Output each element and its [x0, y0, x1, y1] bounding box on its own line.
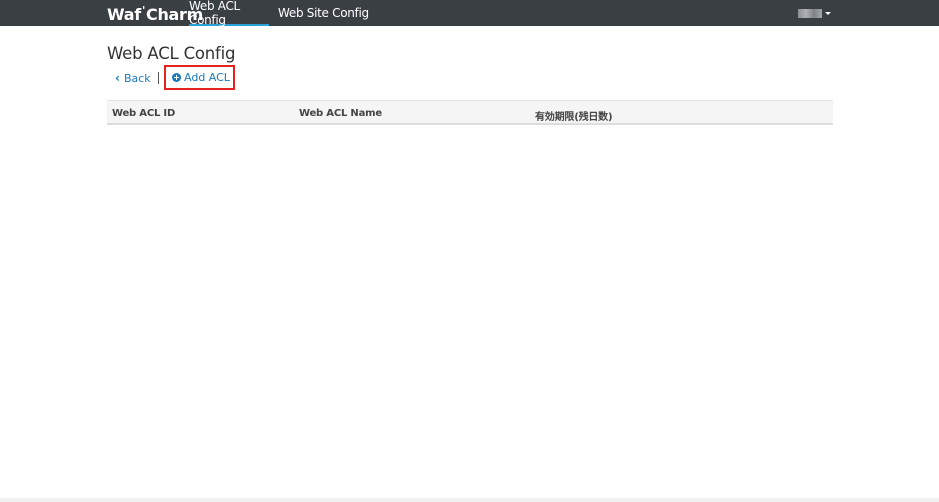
- add-acl-button[interactable]: Add ACL: [164, 65, 235, 90]
- acl-table-header: Web ACL ID Web ACL Name 有効期限(残日数): [107, 100, 833, 125]
- link-separator: [158, 72, 159, 84]
- nav-tab-web-acl-config[interactable]: Web ACL Config: [189, 0, 269, 27]
- nav-tab-label: Web ACL Config: [189, 0, 240, 27]
- back-link[interactable]: ‹ Back: [115, 71, 151, 85]
- back-label: Back: [123, 71, 151, 85]
- column-header-web-acl-id[interactable]: Web ACL ID: [112, 108, 175, 119]
- column-header-web-acl-name[interactable]: Web ACL Name: [299, 108, 382, 119]
- brand-apostrophe: ': [141, 3, 146, 17]
- add-acl-label: Add ACL: [184, 71, 230, 84]
- column-header-expiry[interactable]: 有効期限(残日数): [535, 108, 613, 123]
- nav-tab-label: Web Site Config: [278, 6, 369, 20]
- brand-text-waf: Waf: [107, 4, 141, 24]
- page-title: Web ACL Config: [107, 44, 236, 63]
- caret-down-icon: [825, 11, 831, 15]
- page-bottom-edge: [0, 498, 939, 502]
- chevron-left-icon: ‹: [115, 71, 120, 85]
- plus-circle-icon: [172, 73, 181, 82]
- nav-tab-web-site-config[interactable]: Web Site Config: [278, 0, 369, 26]
- top-navbar: Waf ' Charm Web ACL Config Web Site Config: [0, 0, 939, 27]
- avatar: [798, 8, 822, 18]
- user-menu-dropdown[interactable]: [798, 8, 831, 18]
